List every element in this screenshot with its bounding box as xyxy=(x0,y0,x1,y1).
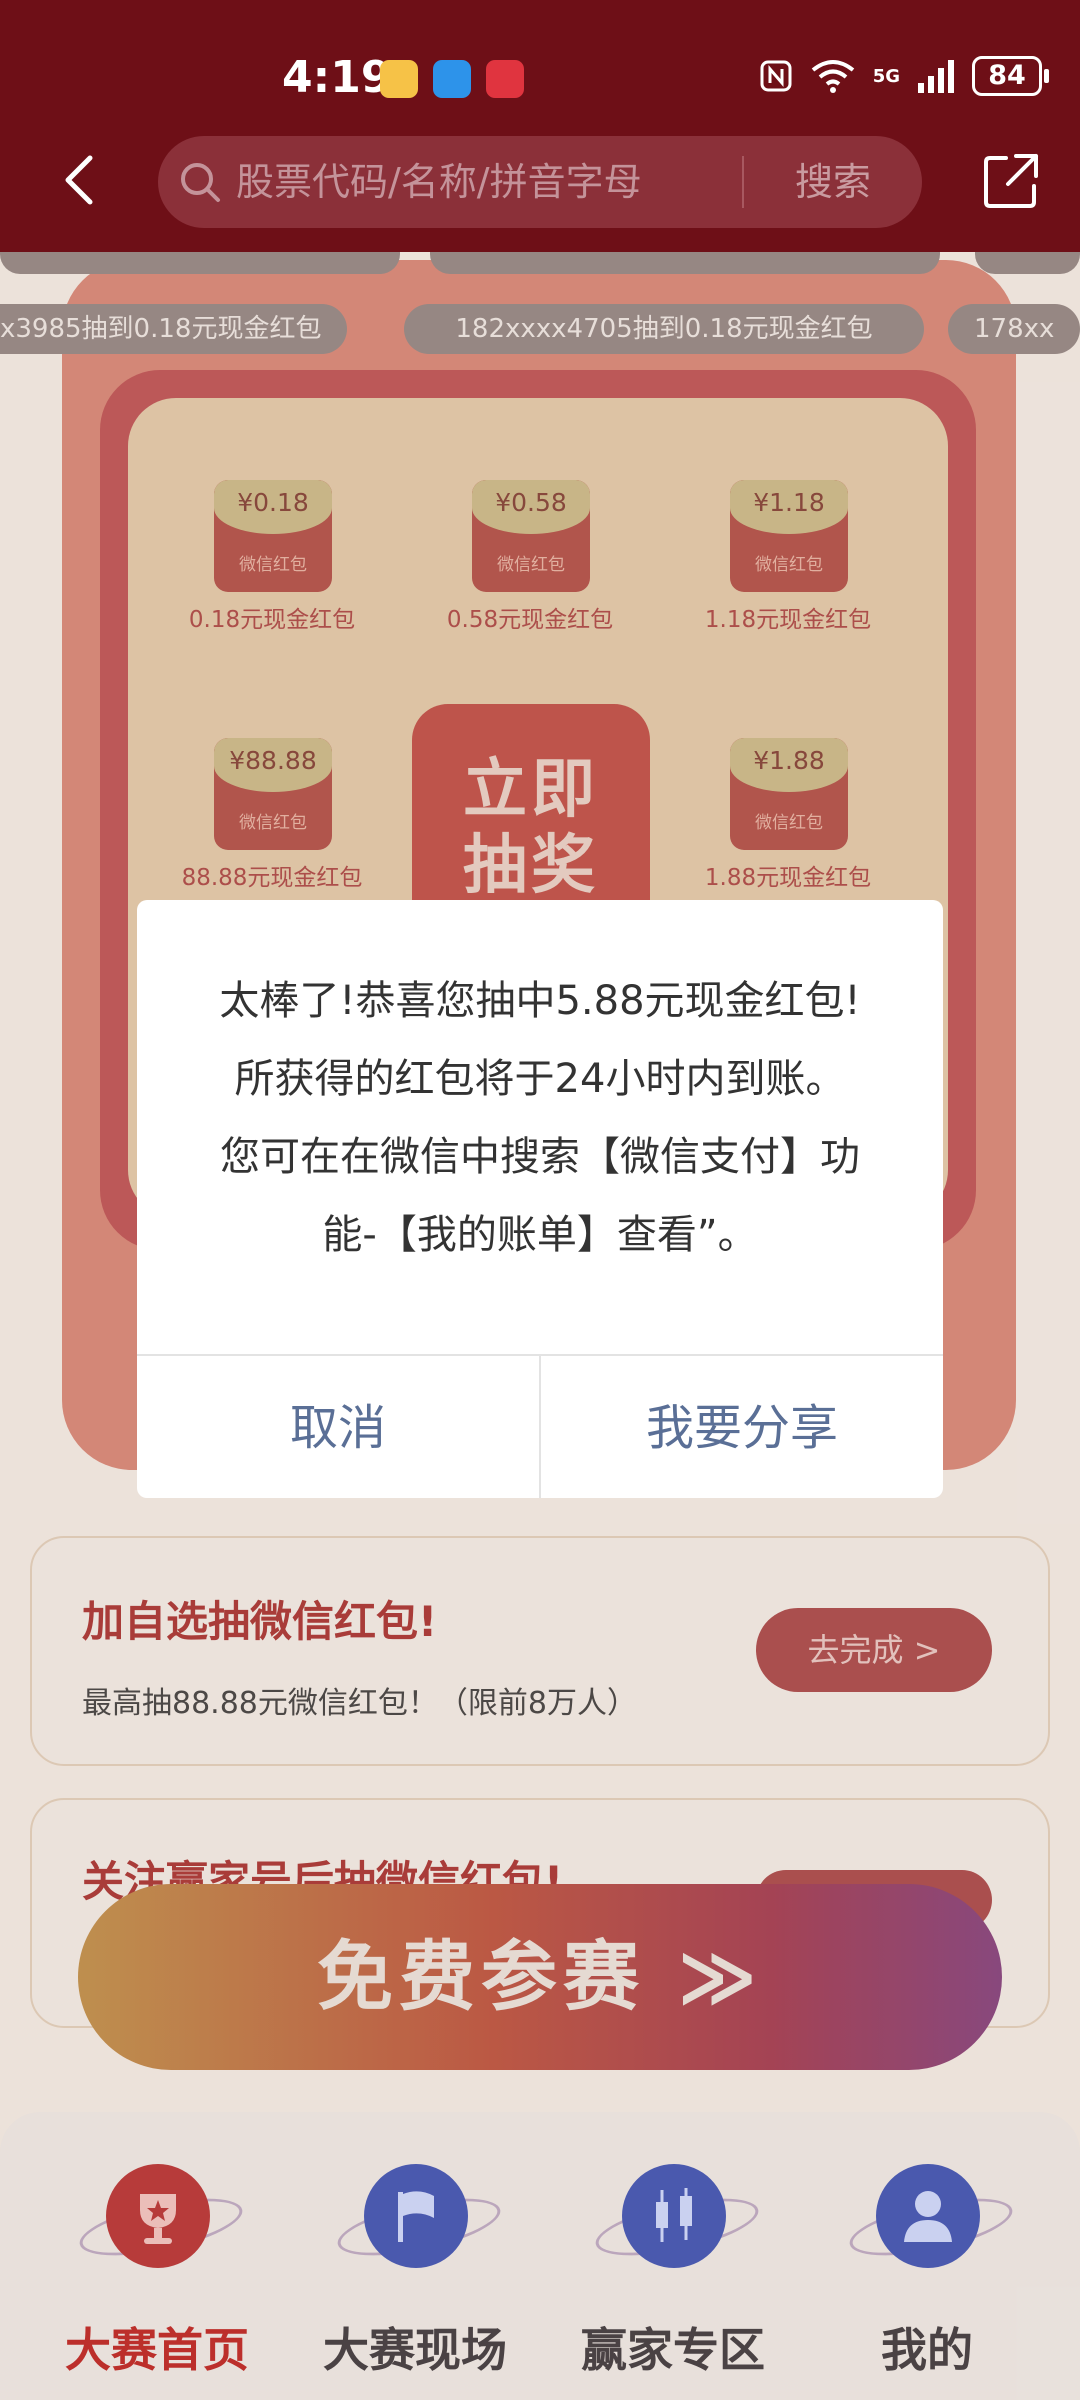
nfc-icon xyxy=(760,60,792,92)
share-button[interactable]: 我要分享 xyxy=(541,1356,943,1498)
wifi-icon xyxy=(811,60,854,93)
search-bar[interactable]: 搜索 xyxy=(158,136,922,228)
dialog-line: 您可在在微信中搜索【微信支付】功 xyxy=(220,1134,860,1180)
news-app-icon xyxy=(486,60,524,98)
dialog-line: 所获得的红包将于24小时内到账。 xyxy=(234,1056,846,1102)
dialog-message: 太棒了!恭喜您抽中5.88元现金红包! 所获得的红包将于24小时内到账。 您可在… xyxy=(181,962,899,1274)
status-time: 4:19 xyxy=(282,52,392,103)
cancel-button[interactable]: 取消 xyxy=(137,1356,539,1498)
back-arrow-icon[interactable] xyxy=(52,150,112,210)
network-type: 5G xyxy=(872,65,900,87)
dialog-line: 太棒了!恭喜您抽中5.88元现金红包! xyxy=(219,978,861,1024)
battery-indicator: 84 xyxy=(972,56,1049,96)
dialog-actions: 取消 我要分享 xyxy=(137,1354,943,1498)
signal-icon xyxy=(918,60,954,93)
share-external-icon[interactable] xyxy=(982,152,1040,210)
top-header: 4:19 5G 84 搜索 xyxy=(0,0,1080,252)
dialog-line: 能-【我的账单】查看”。 xyxy=(322,1212,758,1258)
search-button[interactable]: 搜索 xyxy=(744,136,922,228)
search-icon xyxy=(181,163,220,202)
prize-result-dialog: 太棒了!恭喜您抽中5.88元现金红包! 所获得的红包将于24小时内到账。 您可在… xyxy=(137,900,943,1498)
message-app-icon xyxy=(433,60,471,98)
weibo-app-icon xyxy=(380,60,418,98)
status-indicators: 5G 84 xyxy=(759,56,1049,96)
